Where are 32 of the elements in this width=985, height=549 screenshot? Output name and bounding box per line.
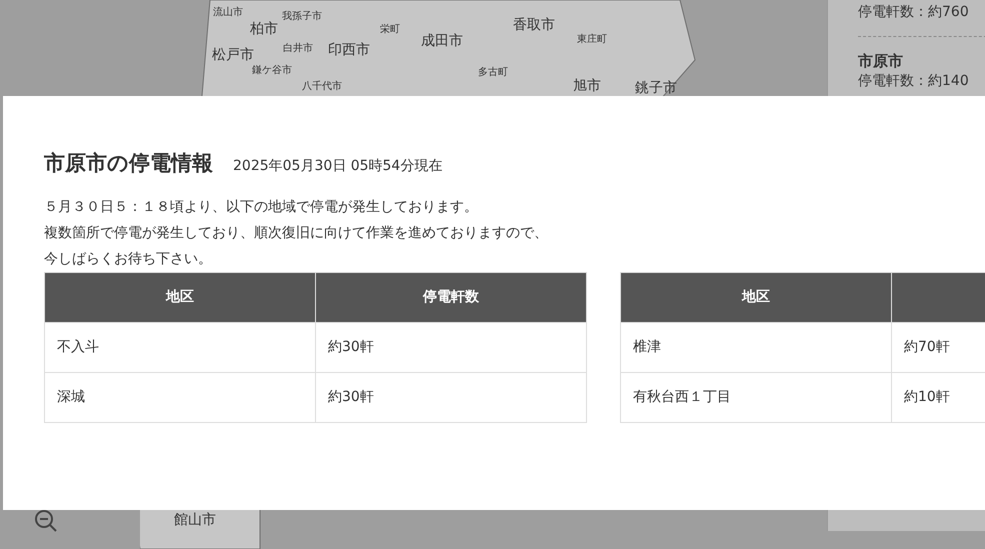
city-label: 白井市 [283,44,313,54]
table-cell: 不入斗 [44,322,316,372]
outage-message: ５月３０日５：１８頃より、以下の地域で停電が発生しております。 複数箇所で停電が発生しており、順次復旧に向けて作業を進めておりますので、 今しばらくお待ち下さい。 [44,198,549,268]
city-label: 我孫子市 [282,12,322,22]
outage-count: 停電軒数：約760 [858,3,970,22]
outage-count: 停電軒数：約140 [858,72,970,91]
city-label: 旭市 [573,79,601,93]
city-name: 市原市 [858,51,904,71]
city-label: 柏市 [250,22,278,36]
zoom-out-icon[interactable] [33,508,59,534]
city-label: 多古町 [478,68,508,78]
city-label: 栄町 [380,25,400,35]
column-header: 停電軒数 [316,272,586,322]
city-label: 成田市 [421,34,463,48]
column-header: 地区 [620,272,892,322]
city-label: 印西市 [328,43,370,57]
table-cell: 約30軒 [316,322,586,372]
city-label: 鎌ケ谷市 [252,66,292,76]
city-label: 館山市 [174,513,216,527]
city-label: 銚子市 [635,81,677,95]
column-header: 地区 [44,272,316,322]
city-label: 八千代市 [302,82,342,92]
table-cell: 有秋台西１丁目 [620,372,892,422]
table-cell: 深城 [44,372,316,422]
timestamp: 2025年05月30日 05時54分現在 [233,157,442,176]
dialog-title: 市原市の停電情報 [44,150,213,177]
city-label: 香取市 [513,18,555,32]
city-label: 流山市 [213,8,243,18]
city-label: 東庄町 [577,35,607,45]
table-cell: 椎津 [620,322,892,372]
table-cell: 約30軒 [316,372,586,422]
city-label: 松戸市 [212,48,254,62]
